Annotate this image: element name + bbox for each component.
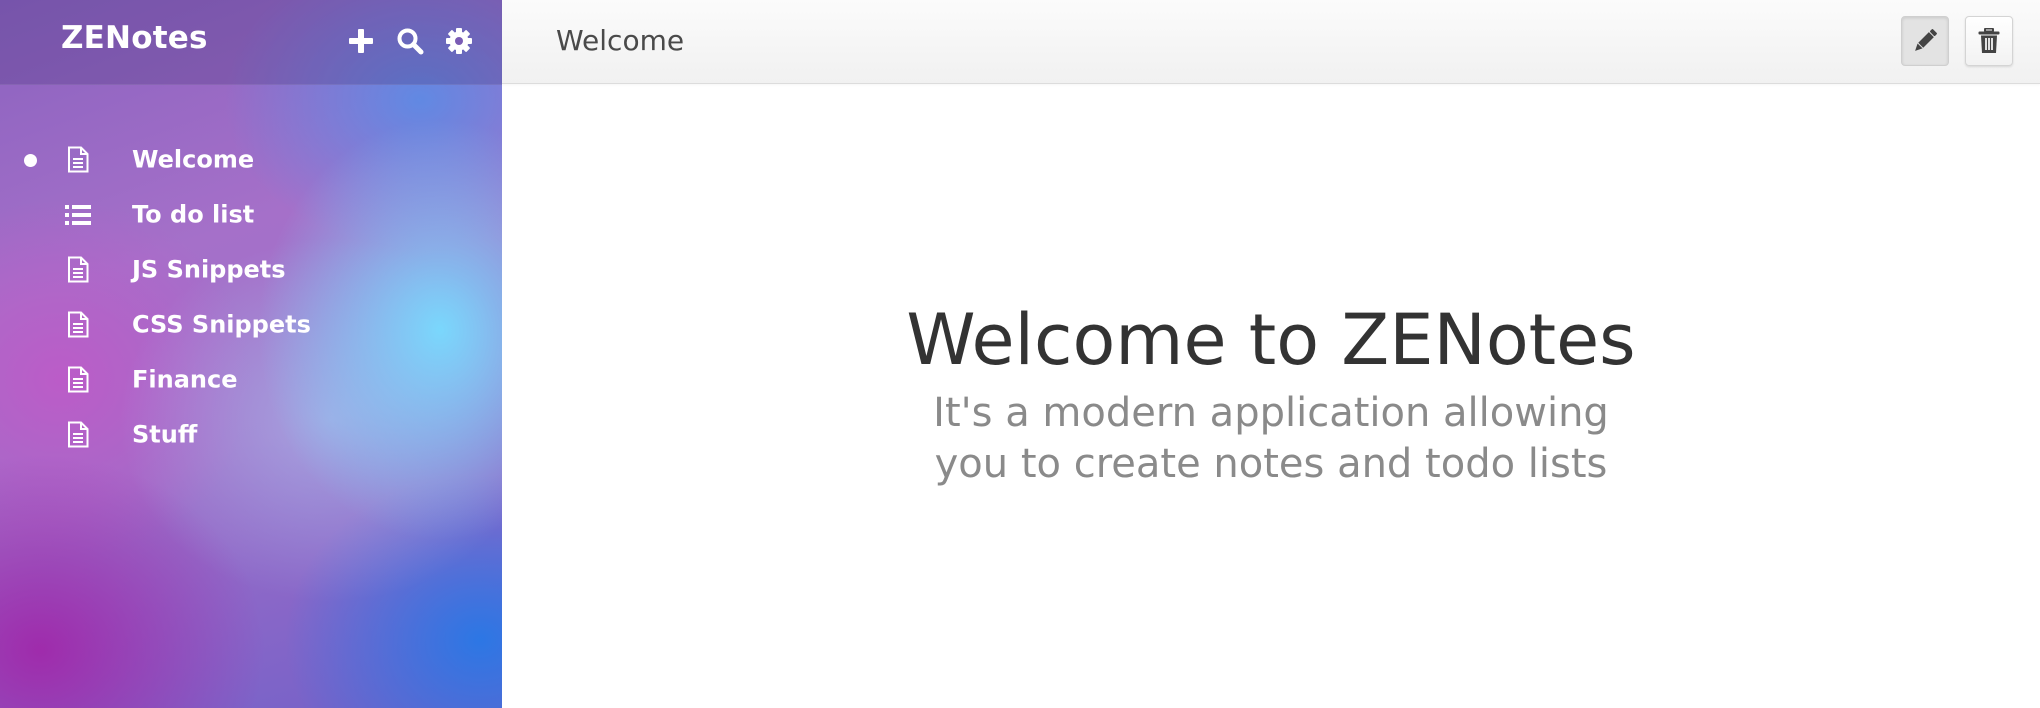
notes-list: Welcome To do list JS Snippets CSS Snipp… bbox=[0, 132, 502, 462]
pencil-icon bbox=[1915, 29, 1937, 51]
note-toolbar: Welcome bbox=[502, 0, 2040, 84]
sidebar: ZENotes Welcome To do list JS Snippets C… bbox=[0, 0, 502, 708]
trash-icon bbox=[1978, 28, 2000, 53]
document-icon bbox=[64, 366, 92, 394]
welcome-heading: Welcome to ZENotes bbox=[906, 299, 1636, 381]
list-icon bbox=[64, 201, 92, 229]
active-note-indicator bbox=[24, 153, 37, 167]
edit-note-button[interactable] bbox=[1901, 16, 1949, 66]
note-content: Welcome to ZENotes It's a modern applica… bbox=[502, 300, 2040, 490]
add-note-button[interactable] bbox=[345, 24, 377, 58]
note-item-finance[interactable]: Finance bbox=[0, 352, 502, 407]
note-item-label: JS Snippets bbox=[132, 254, 286, 283]
document-icon bbox=[64, 311, 92, 339]
search-button[interactable] bbox=[394, 24, 426, 58]
gear-icon bbox=[446, 28, 472, 54]
note-item-welcome[interactable]: Welcome bbox=[0, 132, 502, 187]
note-item-label: Stuff bbox=[132, 419, 198, 448]
document-icon bbox=[64, 421, 92, 449]
note-item-to-do-list[interactable]: To do list bbox=[0, 187, 502, 242]
sidebar-header: ZENotes bbox=[0, 0, 502, 85]
plus-icon bbox=[349, 29, 373, 53]
note-item-label: Finance bbox=[132, 364, 238, 393]
settings-button[interactable] bbox=[443, 24, 475, 58]
note-item-label: Welcome bbox=[132, 144, 255, 173]
note-item-css-snippets[interactable]: CSS Snippets bbox=[0, 297, 502, 352]
search-icon bbox=[397, 28, 424, 55]
main-panel: Welcome Welcome to ZENotes It's a modern… bbox=[502, 0, 2040, 708]
note-item-label: CSS Snippets bbox=[132, 309, 311, 338]
note-item-label: To do list bbox=[132, 199, 255, 228]
note-title: Welcome bbox=[556, 24, 685, 57]
app-title: ZENotes bbox=[61, 20, 208, 56]
note-item-stuff[interactable]: Stuff bbox=[0, 407, 502, 462]
welcome-subheading: It's a modern application allowing you t… bbox=[933, 390, 1609, 487]
note-item-js-snippets[interactable]: JS Snippets bbox=[0, 242, 502, 297]
document-icon bbox=[64, 256, 92, 284]
delete-note-button[interactable] bbox=[1965, 16, 2013, 66]
app-window: ZENotes Welcome To do list JS Snippets C… bbox=[0, 0, 2040, 708]
document-icon bbox=[64, 146, 92, 174]
